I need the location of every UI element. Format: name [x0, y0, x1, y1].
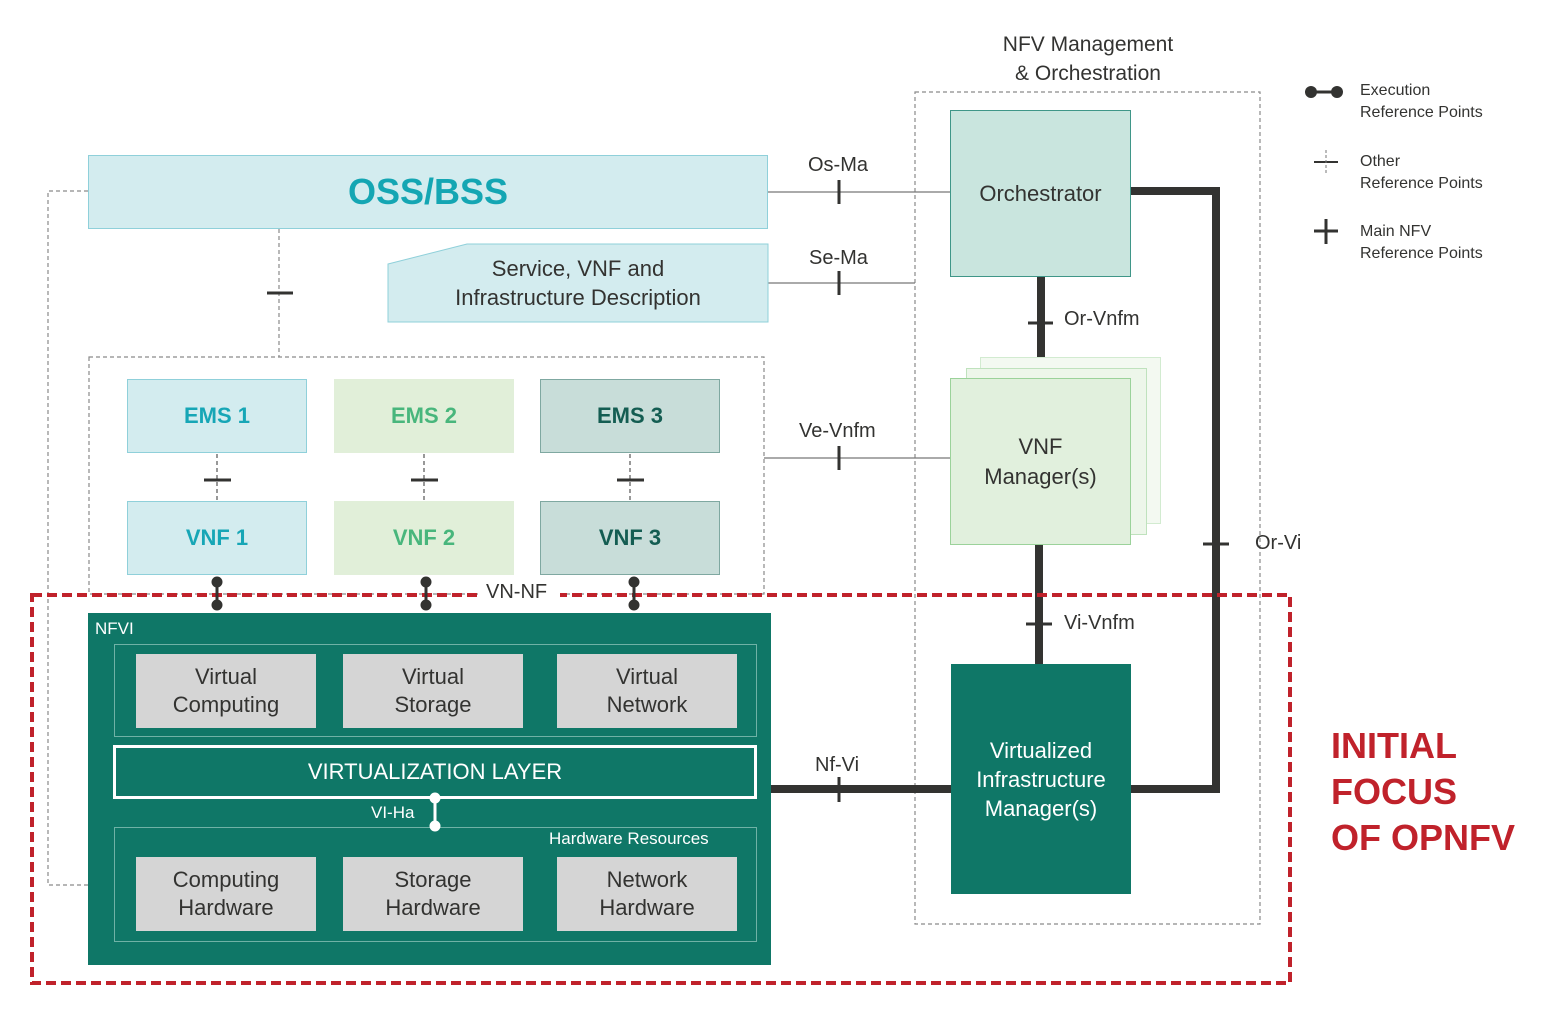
- vim-box[interactable]: Virtualized Infrastructure Manager(s): [951, 664, 1131, 894]
- oss-bss-box[interactable]: OSS/BSS: [88, 155, 768, 229]
- or-vnfm-label: Or-Vnfm: [1064, 308, 1140, 330]
- legend-main-text: Main NFV Reference Points: [1360, 223, 1483, 262]
- computing-hardware-line1: Computing: [172, 867, 280, 892]
- virtual-computing-line1: Virtual: [195, 664, 257, 689]
- vnf-1-label: VNF 1: [185, 525, 249, 550]
- hardware-resources-title: Hardware Resources: [549, 829, 709, 848]
- description-line1: Service, VNF and: [491, 256, 665, 281]
- ems-3-label: EMS 3: [596, 403, 664, 428]
- vnf-manager-line2: Manager(s): [984, 463, 1097, 489]
- se-ma-label: Se-Ma: [809, 247, 868, 269]
- virtual-storage-box[interactable]: Virtual Storage: [343, 654, 523, 728]
- virtual-storage-line2: Storage: [394, 692, 472, 717]
- focus-line1: INITIAL: [1331, 725, 1457, 766]
- description-box[interactable]: Service, VNF and Infrastructure Descript…: [388, 244, 768, 322]
- virtual-network-box[interactable]: Virtual Network: [557, 654, 737, 728]
- network-hardware-box[interactable]: Network Hardware: [557, 857, 737, 931]
- storage-hardware-box[interactable]: Storage Hardware: [343, 857, 523, 931]
- initial-focus-label: INITIAL FOCUS OF OPNFV: [1331, 723, 1515, 861]
- vnf-3-label: VNF 3: [598, 525, 662, 550]
- virtual-network-line1: Virtual: [616, 664, 678, 689]
- focus-line2: FOCUS: [1331, 771, 1457, 812]
- virtualization-layer-label: VIRTUALIZATION LAYER: [307, 759, 563, 784]
- network-hardware-line2: Hardware: [599, 895, 695, 920]
- legend-other-text: Other Reference Points: [1360, 153, 1483, 192]
- mano-title-line1: NFV Management: [1002, 33, 1174, 56]
- vnf-3-box[interactable]: VNF 3: [540, 501, 720, 575]
- virtual-computing-line2: Computing: [172, 692, 280, 717]
- ems-1-box[interactable]: EMS 1: [127, 379, 307, 453]
- ems-1-label: EMS 1: [183, 403, 251, 428]
- virtual-computing-box[interactable]: Virtual Computing: [136, 654, 316, 728]
- legend-execution-text: Execution Reference Points: [1360, 82, 1483, 121]
- vim-line1: Virtualized: [989, 737, 1093, 763]
- orchestrator-box[interactable]: Orchestrator: [950, 110, 1131, 277]
- vnf-2-label: VNF 2: [392, 525, 456, 550]
- ems-2-label: EMS 2: [390, 403, 458, 428]
- vn-nf-label: VN-NF: [486, 581, 548, 603]
- virtual-storage-line1: Virtual: [402, 664, 464, 689]
- oss-bss-label: OSS/BSS: [347, 171, 509, 212]
- vnf1-execution-point: [211, 576, 223, 611]
- ve-vnfm-label: Ve-Vnfm: [799, 420, 876, 442]
- vnf-2-box[interactable]: VNF 2: [334, 501, 514, 575]
- vnf-manager-box[interactable]: VNF Manager(s): [950, 378, 1131, 545]
- vim-line2: Infrastructure: [976, 766, 1106, 792]
- network-hardware-line1: Network: [606, 867, 688, 892]
- vim-line3: Manager(s): [984, 795, 1098, 821]
- ems-3-box[interactable]: EMS 3: [540, 379, 720, 453]
- os-ma-label: Os-Ma: [808, 154, 868, 176]
- vnf3-execution-point: [628, 576, 640, 611]
- mano-title-line2: & Orchestration: [1015, 62, 1161, 85]
- virtual-network-line2: Network: [606, 692, 688, 717]
- orchestrator-label: Orchestrator: [979, 180, 1102, 206]
- storage-hardware-line1: Storage: [394, 867, 472, 892]
- ems-2-box[interactable]: EMS 2: [334, 379, 514, 453]
- vi-vnfm-label: Vi-Vnfm: [1064, 612, 1135, 634]
- or-vi-label: Or-Vi: [1255, 532, 1302, 554]
- other-reference-point-icon: [1314, 150, 1338, 174]
- storage-hardware-line2: Hardware: [385, 895, 481, 920]
- focus-line3: OF OPNFV: [1331, 817, 1516, 858]
- vi-ha-label: VI-Ha: [371, 803, 415, 822]
- computing-hardware-box[interactable]: Computing Hardware: [136, 857, 316, 931]
- nf-vi-label: Nf-Vi: [815, 754, 860, 776]
- vnf-manager-line1: VNF: [1018, 433, 1063, 459]
- description-line2: Infrastructure Description: [455, 285, 701, 310]
- main-reference-point-icon: [1314, 219, 1338, 244]
- computing-hardware-line2: Hardware: [178, 895, 274, 920]
- execution-reference-point-icon: [1305, 86, 1343, 98]
- mano-title: NFV Management & Orchestration: [958, 30, 1218, 88]
- vnf2-execution-point: [420, 576, 432, 611]
- nfvi-title: NFVI: [95, 619, 134, 638]
- vnf-1-box[interactable]: VNF 1: [127, 501, 307, 575]
- virtualization-layer-box[interactable]: VIRTUALIZATION LAYER: [113, 745, 757, 799]
